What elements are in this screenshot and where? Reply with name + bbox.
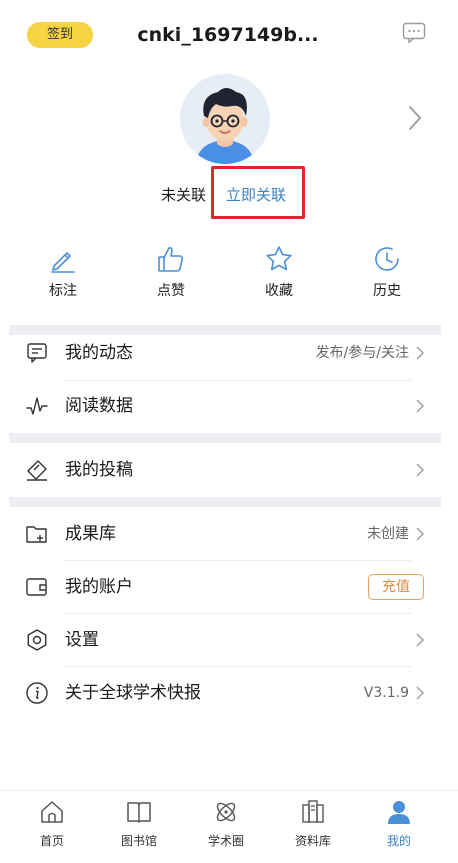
- menu-item-results-library[interactable]: 成果库 未创建: [9, 508, 441, 560]
- library-icon: [302, 800, 324, 823]
- menu-label: 关于全球学术快报: [65, 683, 201, 703]
- thumbs-up-icon: [158, 247, 184, 272]
- avatar[interactable]: [180, 74, 270, 164]
- section-separator: [9, 497, 441, 507]
- signin-button[interactable]: 签到: [27, 22, 93, 48]
- tab-label: 我的: [386, 834, 411, 848]
- home-icon: [41, 801, 63, 823]
- quick-action-label: 标注: [49, 283, 77, 299]
- menu-label: 我的投稿: [65, 460, 133, 480]
- avatar-illustration: [180, 74, 270, 164]
- quick-action-history[interactable]: 历史: [357, 244, 417, 306]
- quick-action-label: 历史: [373, 283, 401, 299]
- quick-actions: 标注 点赞 收藏 历史: [0, 244, 458, 306]
- tab-home[interactable]: 首页: [17, 799, 87, 859]
- wallet-icon: [26, 578, 47, 596]
- book-icon: [127, 802, 151, 823]
- chevron-right-icon: [416, 527, 425, 541]
- menu-label: 我的账户: [65, 577, 133, 597]
- chevron-right-icon: [416, 346, 425, 360]
- menu-value: 未创建: [367, 526, 409, 542]
- tab-label: 学术圈: [207, 834, 244, 848]
- quick-action-label: 收藏: [265, 283, 293, 299]
- chevron-right-icon: [416, 686, 425, 700]
- chevron-right-icon: [416, 463, 425, 477]
- info-icon: [26, 682, 48, 704]
- user-icon: [388, 801, 410, 824]
- wave-chart-icon: [26, 397, 48, 415]
- tab-database[interactable]: 资料库: [278, 799, 348, 859]
- chevron-right-icon: [416, 633, 425, 647]
- bottom-tab-bar: 首页 图书馆 学术圈 资料库 我的: [0, 790, 458, 863]
- menu-label: 我的动态: [65, 343, 133, 363]
- menu-item-my-activity[interactable]: 我的动态 发布/参与/关注: [9, 327, 441, 379]
- gear-icon: [27, 629, 47, 651]
- history-icon: [375, 247, 399, 271]
- tab-label: 资料库: [294, 834, 331, 848]
- menu-value: V3.1.9: [363, 685, 409, 701]
- star-icon: [266, 246, 292, 271]
- menu-item-my-account[interactable]: 我的账户 充值: [9, 561, 441, 613]
- tab-mine[interactable]: 我的: [364, 799, 434, 859]
- profile-chevron-right-icon[interactable]: [406, 104, 424, 132]
- tab-label: 图书馆: [120, 834, 157, 848]
- menu-item-about[interactable]: 关于全球学术快报 V3.1.9: [9, 667, 441, 719]
- comment-icon: [27, 343, 47, 363]
- send-paper-icon: [27, 460, 47, 481]
- pencil-icon: [51, 252, 75, 273]
- menu-item-my-submissions[interactable]: 我的投稿: [9, 444, 441, 496]
- quick-action-label: 点赞: [157, 283, 185, 299]
- menu-label: 成果库: [65, 524, 116, 544]
- folder-add-icon: [26, 526, 47, 543]
- menu-item-settings[interactable]: 设置: [9, 614, 441, 666]
- tab-academic-circle[interactable]: 学术圈: [191, 799, 261, 859]
- chevron-right-icon: [416, 399, 425, 413]
- menu-value: 发布/参与/关注: [315, 345, 409, 361]
- menu-label: 设置: [65, 630, 99, 650]
- username: cnki_1697149b...: [137, 24, 319, 46]
- message-icon[interactable]: [402, 22, 426, 44]
- quick-action-like[interactable]: 点赞: [141, 244, 201, 306]
- quick-action-annotate[interactable]: 标注: [33, 244, 93, 306]
- section-separator: [9, 433, 441, 443]
- atom-icon: [216, 802, 236, 822]
- tab-library[interactable]: 图书馆: [104, 799, 174, 859]
- link-status-text: 未关联: [161, 186, 207, 204]
- menu-item-reading-data[interactable]: 阅读数据: [9, 380, 441, 432]
- menu-label: 阅读数据: [65, 396, 133, 416]
- link-now-button[interactable]: 立即关联: [226, 185, 286, 205]
- tab-label: 首页: [39, 834, 64, 848]
- quick-action-favorite[interactable]: 收藏: [249, 244, 309, 306]
- header: 签到 cnki_1697149b...: [0, 0, 458, 70]
- recharge-button[interactable]: 充值: [368, 574, 424, 600]
